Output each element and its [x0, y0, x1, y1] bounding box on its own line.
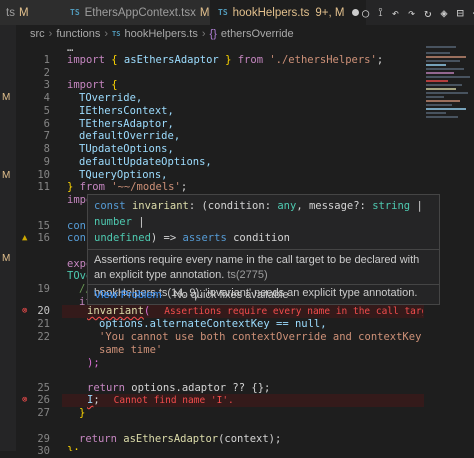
code-line: return options.adaptor ?? {};	[87, 382, 271, 394]
line-number: 27	[37, 407, 50, 419]
line-number: 15	[37, 220, 50, 232]
line-number: 11	[37, 181, 50, 193]
line-number: 2	[43, 67, 50, 79]
code-line: invariant(Assertions require every name …	[87, 305, 423, 318]
git-compare-icon[interactable]: ⟟	[378, 5, 382, 20]
typescript-file-icon: TS	[218, 8, 228, 17]
modified-badge: M	[18, 6, 29, 19]
line-number: 3	[43, 79, 50, 91]
line-number: 1	[43, 54, 50, 66]
line-number: 4	[43, 92, 50, 104]
hover-actions: View Problem No quick fixes available	[88, 284, 439, 304]
code-line: defaultOverride,	[79, 130, 181, 142]
split-editor-icon[interactable]: ⊟	[457, 6, 464, 20]
go-forward-icon[interactable]: ↷	[408, 6, 415, 20]
breadcrumb-src[interactable]: src	[30, 28, 45, 40]
tab-ts-partial[interactable]: ts M	[0, 0, 62, 25]
hover-tooltip: const invariant: (condition: any, messag…	[87, 194, 440, 305]
symbol-function-icon: {}	[209, 27, 217, 40]
code-line: TOverride,	[79, 92, 143, 104]
typescript-file-icon: TS	[112, 29, 121, 38]
code-line: same time'	[99, 344, 163, 356]
line-number: 19	[37, 283, 50, 295]
line-number: 20	[37, 305, 50, 317]
open-changes-icon[interactable]: ○	[362, 6, 369, 20]
breadcrumb-file[interactable]: hookHelpers.ts	[124, 28, 197, 40]
code-line: …	[67, 42, 74, 54]
git-modified-marker: M	[2, 253, 11, 264]
git-modified-marker: M	[2, 170, 11, 181]
chevron-right-icon: ›	[201, 27, 206, 40]
problems-badge: 9+, M	[315, 6, 345, 19]
code-line: IEthersContext,	[79, 105, 174, 117]
tab-label: ts	[6, 6, 15, 19]
line-number: 30	[37, 445, 50, 457]
hover-error-message: Assertions require every name in the cal…	[94, 254, 420, 281]
breadcrumb-functions[interactable]: functions	[56, 28, 100, 40]
code-line: import { asEthersAdaptor } from './ether…	[67, 54, 384, 66]
code-line: import {	[67, 79, 118, 91]
editor-actions: ○ ⟟ ↶ ↷ ↻ ◈ ⊟ ⋯	[362, 0, 474, 25]
code-line: );	[87, 357, 100, 369]
code-line: } from '~~/models';	[67, 181, 188, 193]
tab-label: hookHelpers.ts	[232, 6, 310, 19]
timeline-icon[interactable]: ◈	[440, 6, 447, 20]
line-number: 7	[43, 130, 50, 142]
line-number: 10	[37, 169, 50, 181]
tab-bar: ts M TS EthersAppContext.tsx M TS hookHe…	[0, 0, 474, 25]
explorer-edge: M M M	[0, 25, 16, 451]
code-line: };	[67, 445, 80, 451]
refresh-icon[interactable]: ↻	[424, 6, 431, 20]
code-line: return asEthersAdaptor(context);	[79, 433, 282, 445]
code-line: TQueryOptions,	[79, 169, 168, 181]
code-line: }	[79, 407, 86, 419]
line-number: 16	[37, 232, 50, 244]
line-number: 5	[43, 105, 50, 117]
code-line: I; Cannot find name 'I'.	[87, 394, 234, 406]
code-line: TUpdateOptions,	[79, 143, 174, 155]
code-line: defaultUpdateOptions,	[79, 156, 212, 168]
line-number: 29	[37, 433, 50, 445]
line-number: 25	[37, 382, 50, 394]
inline-error-message: Assertions require every name in the cal…	[164, 306, 423, 317]
hover-signature: const invariant: (condition: any, messag…	[88, 195, 439, 250]
inline-error-message: Cannot find name 'I'.	[113, 395, 234, 406]
line-number: 8	[43, 143, 50, 155]
code-line: options.alternateContextKey == null,	[99, 318, 327, 330]
tab-ethers-app-context[interactable]: TS EthersAppContext.tsx M	[62, 0, 214, 25]
tab-label: EthersAppContext.tsx	[84, 6, 196, 19]
line-number: 26	[37, 394, 50, 406]
line-number: 21	[37, 318, 50, 330]
typescript-file-icon: TS	[70, 8, 80, 17]
unsaved-dot-icon[interactable]	[352, 9, 360, 16]
code-line: TEthersAdaptor,	[79, 118, 174, 130]
view-problem-link[interactable]: View Problem	[94, 289, 162, 301]
breadcrumb-symbol[interactable]: ethersOverride	[221, 28, 294, 40]
chevron-right-icon: ›	[104, 27, 109, 40]
line-number: 9	[43, 156, 50, 168]
line-number: 6	[43, 118, 50, 130]
go-back-icon[interactable]: ↶	[392, 6, 399, 20]
line-number: 22	[37, 331, 50, 343]
tab-hook-helpers[interactable]: TS hookHelpers.ts 9+, M	[210, 0, 366, 25]
breadcrumb: src › functions › TS hookHelpers.ts › {}…	[30, 25, 474, 42]
code-line: 'You cannot use both contextOverride and…	[99, 331, 422, 343]
no-quick-fixes-label: No quick fixes available	[173, 288, 289, 301]
line-number-gutter: 1 2 3 4 5 6 7 8 9 10 11 15 ▲ 16 19 ⊗ 20 …	[16, 42, 62, 457]
modified-badge: M	[199, 6, 210, 19]
git-modified-marker: M	[2, 92, 11, 103]
chevron-right-icon: ›	[48, 27, 53, 40]
